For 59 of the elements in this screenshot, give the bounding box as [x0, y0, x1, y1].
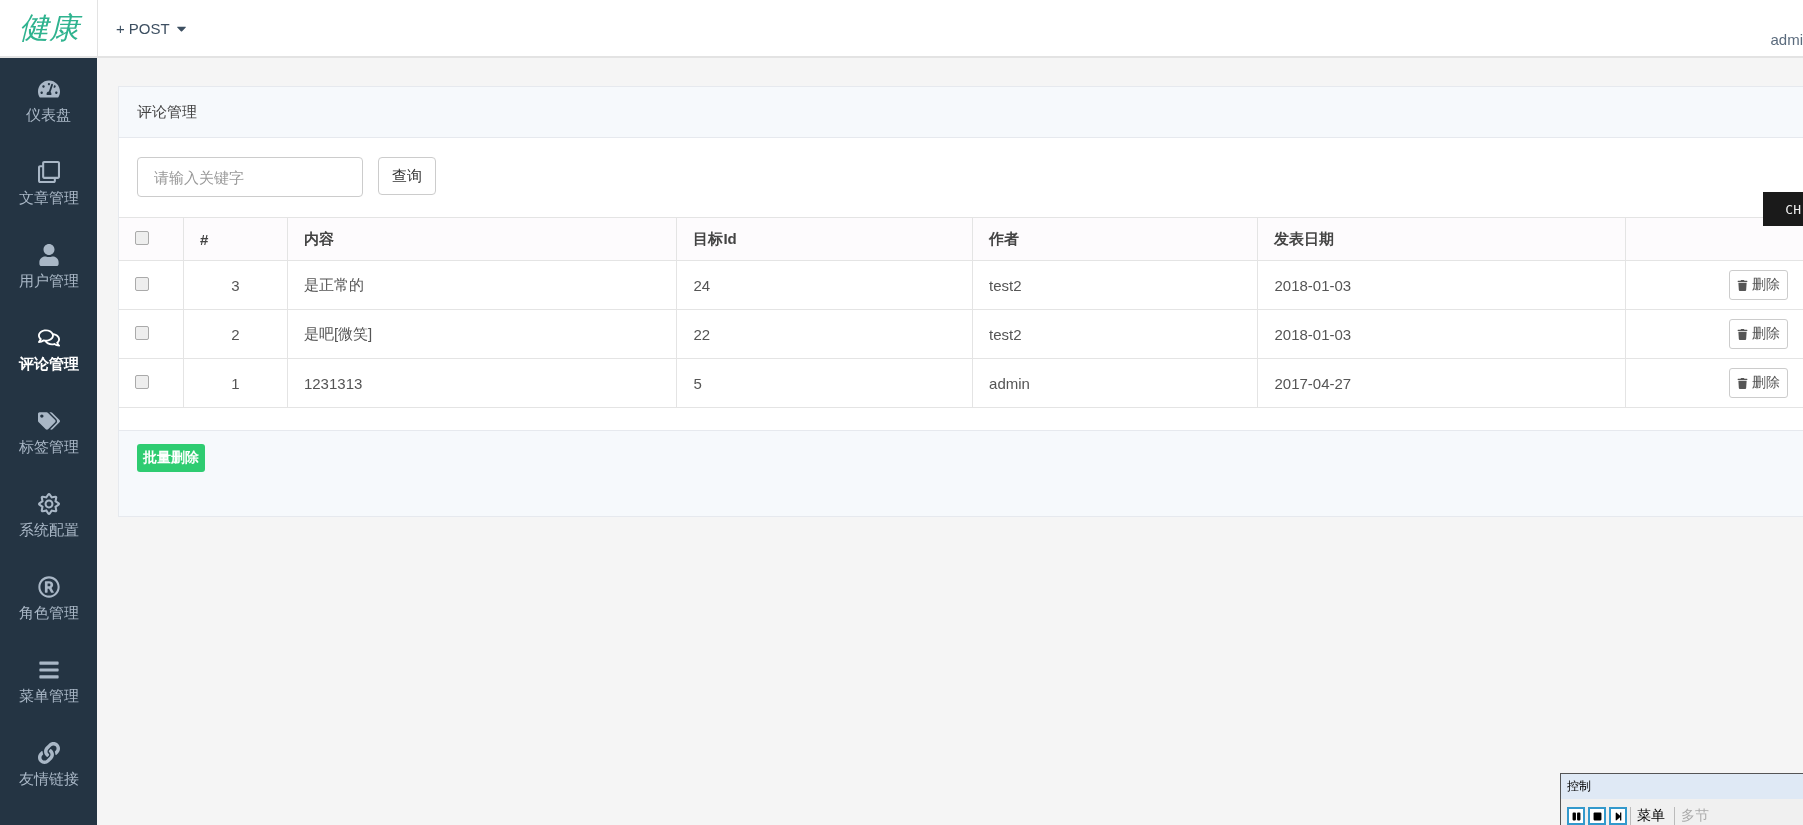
table-cell: 2 — [183, 309, 288, 359]
new-post-menu[interactable]: + POST — [116, 19, 189, 37]
panel-title: 评论管理 — [119, 87, 1803, 138]
column-header: # — [183, 217, 288, 261]
table-cell: 是吧[微笑] — [287, 309, 677, 359]
link-icon — [37, 742, 60, 764]
skip-icon[interactable] — [1609, 807, 1627, 825]
stop-icon[interactable] — [1588, 807, 1606, 825]
table-cell: 2017-04-27 — [1257, 358, 1626, 408]
sidebar-item[interactable]: 用户管理 — [0, 236, 97, 319]
table-cell: 3 — [183, 260, 288, 310]
table-cell: 1 — [183, 358, 288, 408]
toolbar-button[interactable]: 菜单 — [1630, 807, 1671, 825]
trash-icon — [1737, 328, 1748, 340]
table-cell: 是正常的 — [287, 260, 677, 310]
sidebar-item[interactable]: 评论管理 — [0, 319, 97, 402]
user-icon — [37, 244, 60, 266]
column-header: 作者 — [972, 217, 1258, 261]
delete-button[interactable]: 删除 — [1729, 270, 1788, 300]
sidebar-item[interactable]: 文章管理 — [0, 153, 97, 236]
column-header: 发表日期 — [1257, 217, 1626, 261]
table-cell: 1231313 — [287, 358, 677, 408]
registered-icon — [37, 576, 60, 598]
delete-button[interactable]: 删除 — [1729, 319, 1788, 349]
table-cell: test2 — [972, 309, 1258, 359]
menu-icon — [37, 659, 60, 681]
floating-tab[interactable]: CH — [1763, 192, 1803, 226]
sidebar-item[interactable]: 仪表盘 — [0, 70, 97, 153]
sidebar-item[interactable]: 系统配置 — [0, 485, 97, 568]
copy-icon — [37, 161, 60, 183]
sidebar-item[interactable]: 友情链接 — [0, 734, 97, 817]
row-checkbox[interactable] — [135, 374, 149, 389]
sidebar-item[interactable]: 标签管理 — [0, 402, 97, 485]
row-checkbox[interactable] — [135, 276, 149, 291]
user-name[interactable]: admi — [1770, 31, 1803, 48]
sidebar-item[interactable]: 角色管理 — [0, 568, 97, 651]
gauge-icon — [37, 78, 60, 100]
chat-icon — [37, 327, 60, 349]
table-cell: 2018-01-03 — [1257, 309, 1626, 359]
table-cell: 5 — [676, 358, 973, 408]
select-all-checkbox[interactable] — [135, 230, 149, 245]
table-cell: test2 — [972, 260, 1258, 310]
column-header: 内容 — [287, 217, 677, 261]
sidebar-item[interactable]: 菜单管理 — [0, 651, 97, 734]
tag-icon — [37, 410, 60, 432]
row-checkbox[interactable] — [135, 325, 149, 340]
pause-icon[interactable] — [1567, 807, 1585, 825]
table-cell: 24 — [676, 260, 973, 310]
window-title: 控制 — [1566, 778, 1592, 795]
column-header: 目标Id — [676, 217, 973, 261]
trash-icon — [1737, 377, 1748, 389]
table-cell: admin — [972, 358, 1258, 408]
table-cell: 2018-01-03 — [1257, 260, 1626, 310]
gear-icon — [37, 493, 60, 515]
trash-icon — [1737, 279, 1748, 291]
table-cell: 22 — [676, 309, 973, 359]
search-field[interactable]: 请输入关键字 — [137, 157, 363, 197]
delete-button[interactable]: 删除 — [1729, 368, 1788, 398]
search-button[interactable]: 查询 — [378, 157, 436, 195]
